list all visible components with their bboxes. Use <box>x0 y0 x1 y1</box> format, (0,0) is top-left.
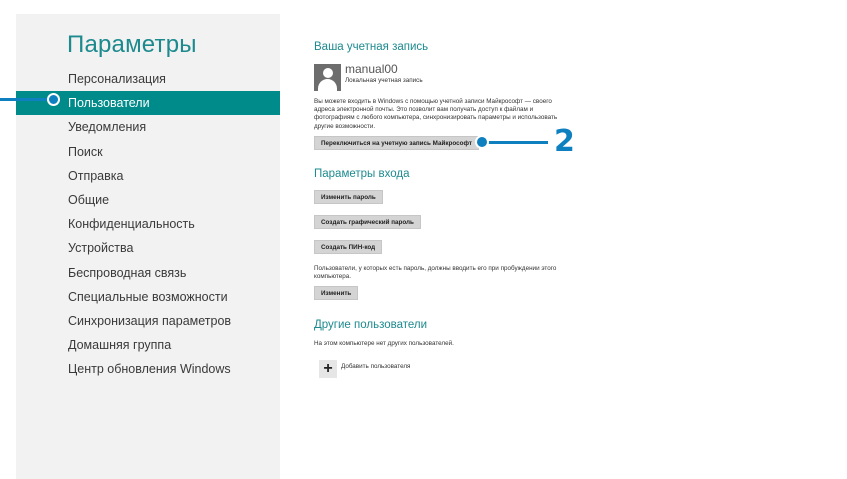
microsoft-account-description: Вы можете входить в Windows с помощью уч… <box>314 98 558 130</box>
settings-page: Параметры Персонализация Пользователи Ув… <box>0 0 847 479</box>
nav-item-personalization[interactable]: Персонализация <box>16 67 280 91</box>
no-other-users-text: На этом компьютере нет других пользовате… <box>314 340 454 347</box>
nav-item-windows-update[interactable]: Центр обновления Windows <box>16 357 280 381</box>
other-users-section-title: Другие пользователи <box>314 319 428 331</box>
nav-item-homegroup[interactable]: Домашняя группа <box>16 333 280 357</box>
page-title: Параметры <box>67 31 197 58</box>
nav-item-sync-settings[interactable]: Синхронизация параметров <box>16 309 280 333</box>
nav-item-ease-of-access[interactable]: Специальные возможности <box>16 285 280 309</box>
nav-item-devices[interactable]: Устройства <box>16 236 280 260</box>
switch-to-microsoft-account-button[interactable]: Переключиться на учетную запись Майкросо… <box>314 136 479 150</box>
add-user-label: Добавить пользователя <box>341 362 411 370</box>
nav-item-search[interactable]: Поиск <box>16 140 280 164</box>
user-name: manual00 <box>345 62 398 76</box>
change-password-button[interactable]: Изменить пароль <box>314 190 383 204</box>
nav-item-share[interactable]: Отправка <box>16 164 280 188</box>
callout-number-2: 2 <box>554 124 575 159</box>
user-avatar-icon <box>314 64 341 91</box>
settings-nav-pane: Параметры Персонализация Пользователи Ув… <box>16 14 280 479</box>
callout-marker-2 <box>475 135 489 149</box>
plus-icon: + <box>319 360 337 378</box>
callout-line-2 <box>480 141 548 144</box>
nav-item-notifications[interactable]: Уведомления <box>16 115 280 139</box>
create-picture-password-button[interactable]: Создать графический пароль <box>314 215 421 229</box>
nav-item-privacy[interactable]: Конфиденциальность <box>16 212 280 236</box>
settings-nav: Персонализация Пользователи Уведомления … <box>16 67 280 381</box>
nav-item-general[interactable]: Общие <box>16 188 280 212</box>
account-type: Локальная учетная запись <box>345 77 423 84</box>
nav-item-wireless[interactable]: Беспроводная связь <box>16 261 280 285</box>
add-user-button[interactable]: + Добавить пользователя <box>319 360 410 378</box>
signin-section-title: Параметры входа <box>314 168 410 180</box>
change-wake-setting-button[interactable]: Изменить <box>314 286 359 300</box>
wake-password-text: Пользователи, у которых есть пароль, дол… <box>314 265 557 281</box>
account-section-title: Ваша учетная запись <box>314 41 429 53</box>
create-pin-button[interactable]: Создать ПИН-код <box>314 240 383 254</box>
callout-marker-1 <box>47 93 60 106</box>
